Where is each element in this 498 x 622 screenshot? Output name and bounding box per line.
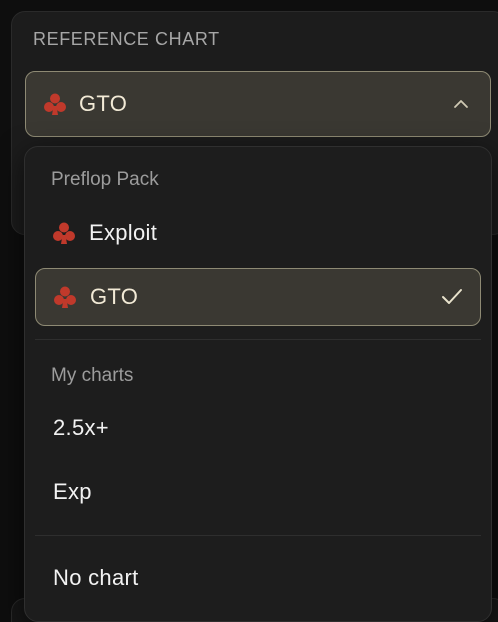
divider — [35, 339, 481, 340]
option-label: No chart — [53, 565, 139, 590]
option-label: GTO — [90, 284, 139, 309]
group-label-preflop-pack: Preflop Pack — [51, 169, 159, 190]
reference-chart-select[interactable]: GTO — [25, 71, 491, 137]
option-label: Exp — [53, 479, 92, 504]
club-icon — [53, 222, 75, 244]
club-icon — [54, 286, 76, 308]
page: REFERENCE CHART GTO Preflop Pack Exploit — [0, 0, 498, 622]
club-icon — [44, 93, 66, 115]
option-exp[interactable]: Exp — [35, 463, 481, 521]
checkmark-icon — [442, 289, 462, 304]
option-exploit[interactable]: Exploit — [35, 204, 481, 262]
option-2-5x-plus[interactable]: 2.5x+ — [35, 399, 481, 457]
option-no-chart[interactable]: No chart — [35, 549, 481, 607]
reference-chart-label: REFERENCE CHART — [33, 29, 220, 49]
selected-chart-value: GTO — [79, 91, 128, 116]
option-gto[interactable]: GTO — [35, 268, 481, 326]
option-label: 2.5x+ — [53, 415, 109, 440]
option-label: Exploit — [89, 220, 158, 245]
chart-dropdown-menu: Preflop Pack Exploit GTO My charts 2.5x+… — [24, 146, 492, 622]
group-label-my-charts: My charts — [51, 365, 134, 386]
chevron-up-icon — [454, 100, 468, 108]
divider — [35, 535, 481, 536]
